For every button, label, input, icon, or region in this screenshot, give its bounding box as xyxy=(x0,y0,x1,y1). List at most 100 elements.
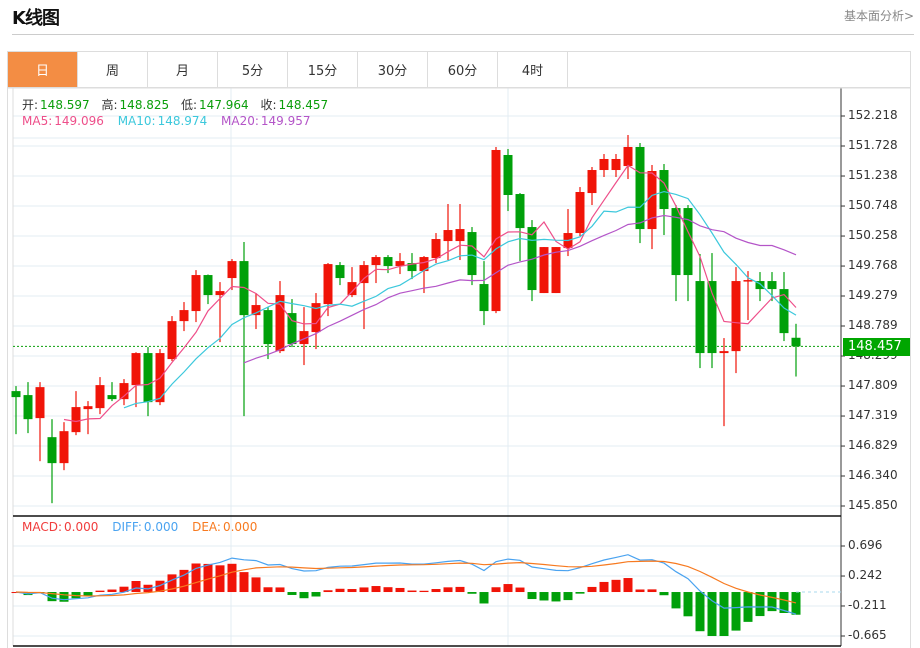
macd-bar xyxy=(263,587,273,593)
candle-up xyxy=(359,265,369,284)
low-label: 低: xyxy=(181,98,198,112)
candle-up xyxy=(491,149,501,312)
candle-down xyxy=(467,232,477,276)
diff-label: DIFF: xyxy=(112,520,142,534)
dea-value: 0.000 xyxy=(222,520,258,534)
candle-up xyxy=(731,281,741,352)
dea-label: DEA: xyxy=(192,520,221,534)
candle-down xyxy=(479,284,489,312)
macd-bar xyxy=(683,592,693,617)
macd-info: MACD: 0.000 DIFF: 0.000 DEA: 0.000 xyxy=(22,520,259,534)
macd-tick-label: -0.211 xyxy=(848,597,887,612)
macd-bar xyxy=(791,592,801,615)
macd-bar xyxy=(239,572,249,593)
macd-bar xyxy=(335,588,345,593)
price-tick-label: 145.850 xyxy=(848,498,898,512)
candle-down xyxy=(23,395,33,420)
candle-down xyxy=(107,395,117,400)
macd-bar xyxy=(539,592,549,601)
candle-down xyxy=(11,391,21,398)
candle-down xyxy=(767,281,777,290)
macd-bar xyxy=(635,589,645,593)
price-tick-label: 151.728 xyxy=(848,138,898,152)
macd-bar xyxy=(551,592,561,602)
macd-tick-label: 0.696 xyxy=(848,538,883,552)
diff-value: 0.000 xyxy=(143,520,179,534)
macd-bar xyxy=(527,592,537,600)
price-tick-label: 146.829 xyxy=(848,438,898,453)
price-tick-label: 147.809 xyxy=(848,378,898,393)
ma5-value: 149.096 xyxy=(54,114,104,128)
candle-down xyxy=(335,265,345,279)
macd-bar xyxy=(95,590,105,593)
price-tick-label: 147.319 xyxy=(848,408,898,423)
price-tick-label: 150.748 xyxy=(848,198,898,213)
macd-bar xyxy=(227,563,237,593)
macd-tick-label: 0.242 xyxy=(848,568,883,583)
candle-down xyxy=(515,194,525,229)
high-label: 高: xyxy=(101,98,118,112)
high-value: 148.825 xyxy=(119,98,170,112)
ma10-label: MA10: xyxy=(117,114,156,128)
candle-up xyxy=(623,146,633,167)
candle-up xyxy=(35,387,45,419)
macd-bar xyxy=(611,579,621,593)
ma-info: MA5: 149.096 MA10: 148.974 MA20: 149.957 xyxy=(22,114,313,128)
candle-down xyxy=(503,155,513,196)
candle-up xyxy=(599,158,609,171)
macd-bar xyxy=(311,592,321,597)
last-price-tag: 148.457 xyxy=(843,338,910,356)
macd-bar xyxy=(323,590,333,593)
macd-bar xyxy=(659,592,669,596)
close-value: 148.457 xyxy=(278,98,329,112)
candle-down xyxy=(203,275,213,296)
candle-up xyxy=(71,407,81,433)
macd-bar xyxy=(599,581,609,593)
macd-bar xyxy=(503,584,513,593)
close-label: 收: xyxy=(260,98,277,112)
ma10-value: 148.974 xyxy=(157,114,208,128)
candle-down xyxy=(47,437,57,464)
macd-bar xyxy=(575,592,585,594)
macd-bar xyxy=(587,586,597,593)
price-tick-label: 149.279 xyxy=(848,287,898,302)
macd-bar xyxy=(731,592,741,631)
macd-bar xyxy=(251,577,261,593)
candle-down xyxy=(683,208,693,276)
macd-bar xyxy=(287,592,297,595)
candle-up xyxy=(83,406,93,410)
macd-bar xyxy=(467,592,477,594)
candle-up xyxy=(587,170,597,194)
candle-up xyxy=(371,257,381,266)
macd-bar xyxy=(407,590,417,593)
macd-bar xyxy=(647,589,657,593)
macd-bar xyxy=(695,592,705,632)
price-tick-label: 146.340 xyxy=(848,467,898,482)
candle-up xyxy=(647,170,657,230)
macd-bar xyxy=(107,589,117,593)
macd-label: MACD: xyxy=(22,520,63,534)
macd-bar xyxy=(383,587,393,593)
low-value: 147.964 xyxy=(199,98,249,112)
macd-bar xyxy=(83,592,93,596)
macd-bar xyxy=(479,592,489,604)
macd-bar xyxy=(359,587,369,593)
candle-up xyxy=(167,321,177,360)
macd-bar xyxy=(275,587,285,593)
price-tick-label: 151.238 xyxy=(848,168,898,183)
candle-down xyxy=(143,353,153,403)
price-tick-label: 150.258 xyxy=(848,228,898,243)
macd-bar xyxy=(671,592,681,609)
candle-up xyxy=(611,158,621,171)
macd-bar xyxy=(431,589,441,593)
candle-up xyxy=(431,239,441,259)
ma5-label: MA5: xyxy=(22,114,53,128)
macd-bar xyxy=(131,581,141,593)
macd-bar xyxy=(515,587,525,593)
macd-bar xyxy=(299,592,309,599)
candle-up xyxy=(455,229,465,242)
candle-up xyxy=(743,280,753,282)
macd-bar xyxy=(395,587,405,593)
open-value: 148.597 xyxy=(40,98,90,112)
candle-down xyxy=(635,146,645,230)
